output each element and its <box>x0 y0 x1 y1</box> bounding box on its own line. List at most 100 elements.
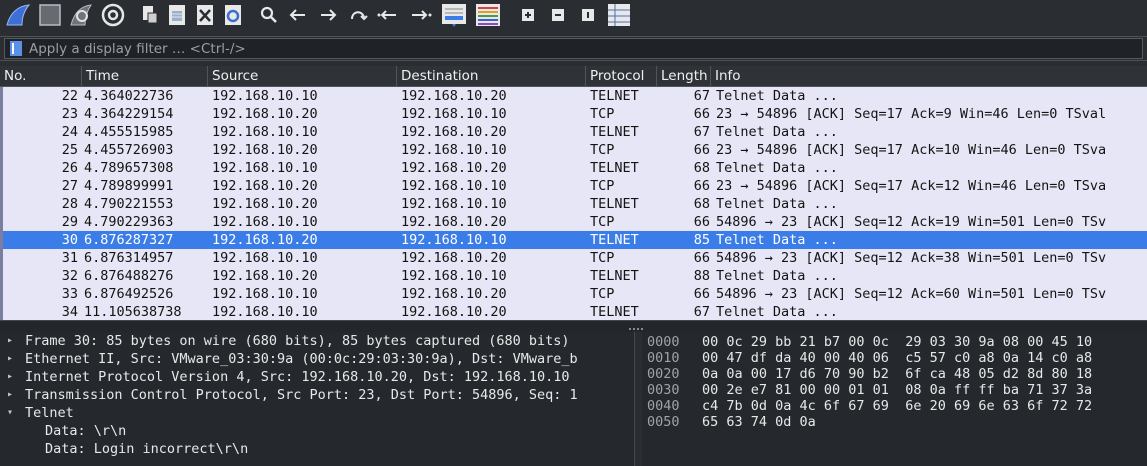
normal-size-icon[interactable] <box>576 2 600 28</box>
packet-row[interactable]: 28 4.790221553 192.168.10.20 192.168.10.10 T… <box>0 195 1147 213</box>
packet-time-cell: 6.876314957 <box>84 250 174 266</box>
detail-tree-item[interactable]: ▸ Ethernet II, Src: VMware_03:30:9a (00:0… <box>0 350 634 368</box>
search-icon[interactable] <box>258 2 280 28</box>
packet-row[interactable]: 23 4.364229154 192.168.10.20 192.168.10.10 T… <box>0 105 1147 123</box>
packet-no-cell: 31 <box>61 250 78 266</box>
collapsed-arrow-icon[interactable]: ▸ <box>7 386 13 404</box>
save-file-icon[interactable] <box>166 2 188 28</box>
colorize-icon[interactable] <box>474 2 502 28</box>
close-file-icon[interactable] <box>194 2 216 28</box>
packet-destination-cell: 192.168.10.20 <box>401 124 507 140</box>
detail-item-label: Frame 30: 85 bytes on wire (680 bits), 8… <box>25 333 570 349</box>
packet-row[interactable]: 29 4.790229363 192.168.10.10 192.168.10.20 T… <box>0 213 1147 231</box>
bytes-offset: 0040 <box>647 398 680 414</box>
packet-source-cell: 192.168.10.10 <box>212 304 318 320</box>
pane-splitter-horizontal[interactable] <box>0 320 1147 332</box>
packet-source-cell: 192.168.10.20 <box>212 232 318 248</box>
splitter-grip-icon[interactable] <box>628 327 646 331</box>
bytes-hex[interactable]: 00 47 df da 40 00 40 06 c5 57 c0 a8 0a 1… <box>702 350 1092 366</box>
packet-row[interactable]: 30 6.876287327 192.168.10.20 192.168.10.10 T… <box>0 231 1147 249</box>
go-to-packet-icon[interactable] <box>346 2 370 28</box>
auto-scroll-icon[interactable] <box>440 2 468 28</box>
bytes-row: 0030 00 2e e7 81 00 00 01 01 08 0a ff ff … <box>642 382 1147 398</box>
restart-icon[interactable] <box>68 2 94 28</box>
zoom-in-icon[interactable] <box>516 2 540 28</box>
packet-length-cell: 68 <box>693 196 710 212</box>
filter-placeholder: Apply a display filter … <Ctrl-/> <box>29 40 246 57</box>
packet-protocol-cell: TCP <box>590 250 615 266</box>
bytes-offset: 0000 <box>647 334 680 350</box>
packet-length-cell: 67 <box>693 88 710 104</box>
packet-info-cell: Telnet Data ... <box>716 232 838 248</box>
detail-tree-item[interactable]: ▸ Transmission Control Protocol, Src Port… <box>0 386 634 404</box>
packet-length-cell: 67 <box>693 304 710 320</box>
go-forward-icon[interactable] <box>316 2 340 28</box>
packet-time-cell: 4.455726903 <box>84 142 174 158</box>
packet-no-cell: 30 <box>61 232 78 248</box>
expanded-arrow-icon[interactable]: ▾ <box>7 404 13 422</box>
packet-row[interactable]: 31 6.876314957 192.168.10.10 192.168.10.20 T… <box>0 249 1147 267</box>
first-packet-icon[interactable] <box>376 2 402 28</box>
display-filter-input[interactable]: Apply a display filter … <Ctrl-/> <box>4 38 1143 59</box>
packet-row[interactable]: 25 4.455726903 192.168.10.20 192.168.10.10 T… <box>0 141 1147 159</box>
shark-fin-start-icon[interactable] <box>4 2 32 28</box>
packet-time-cell: 4.789899991 <box>84 178 174 194</box>
packet-row[interactable]: 22 4.364022736 192.168.10.10 192.168.10.20 T… <box>0 87 1147 105</box>
bytes-row: 0050 65 63 74 0d 0a <box>642 414 1147 430</box>
packet-protocol-cell: TELNET <box>590 304 639 320</box>
packet-row[interactable]: 27 4.789899991 192.168.10.20 192.168.10.10 T… <box>0 177 1147 195</box>
detail-tree-item[interactable]: ▸ Frame 30: 85 bytes on wire (680 bits), … <box>0 332 634 350</box>
detail-subitem-label: Data: Login incorrect\r\n <box>45 441 249 457</box>
column-header-length[interactable]: Length <box>657 66 711 87</box>
bytes-hex[interactable]: 0a 0a 00 17 d6 70 90 b2 6f ca 48 05 d2 8… <box>702 366 1092 382</box>
filter-bookmark-icon[interactable] <box>9 40 23 57</box>
column-header-source[interactable]: Source <box>208 66 397 87</box>
packet-row[interactable]: 33 6.876492526 192.168.10.10 192.168.10.20 T… <box>0 285 1147 303</box>
detail-subtree-item[interactable]: Data: Login incorrect\r\n <box>0 440 634 458</box>
packet-info-cell: Telnet Data ... <box>716 196 838 212</box>
packet-length-cell: 66 <box>693 178 710 194</box>
packet-source-cell: 192.168.10.20 <box>212 268 318 284</box>
packet-rows: 22 4.364022736 192.168.10.10 192.168.10.20 T… <box>0 87 1147 320</box>
packet-row[interactable]: 24 4.455515985 192.168.10.10 192.168.10.20 T… <box>0 123 1147 141</box>
packet-destination-cell: 192.168.10.20 <box>401 286 507 302</box>
bytes-hex[interactable]: 65 63 74 0d 0a <box>702 414 816 430</box>
detail-subtree-item[interactable]: Data: \r\n <box>0 422 634 440</box>
bytes-hex[interactable]: 00 2e e7 81 00 00 01 01 08 0a ff ff ba 7… <box>702 382 1092 398</box>
bytes-row: 0040 c4 7b 0d 0a 4c 6f 67 69 6e 20 69 6e … <box>642 398 1147 414</box>
packet-row[interactable]: 32 6.876488276 192.168.10.20 192.168.10.10 T… <box>0 267 1147 285</box>
packet-row[interactable]: 26 4.789657308 192.168.10.10 192.168.10.20 T… <box>0 159 1147 177</box>
last-packet-icon[interactable] <box>408 2 434 28</box>
reload-file-icon[interactable] <box>222 2 244 28</box>
bytes-hex[interactable]: c4 7b 0d 0a 4c 6f 67 69 6e 20 69 6e 63 6… <box>702 398 1092 414</box>
packet-destination-cell: 192.168.10.20 <box>401 160 507 176</box>
collapsed-arrow-icon[interactable]: ▸ <box>7 350 13 368</box>
collapsed-arrow-icon[interactable]: ▸ <box>7 368 13 386</box>
zoom-out-icon[interactable] <box>546 2 570 28</box>
bytes-hex[interactable]: 00 0c 29 bb 21 b7 00 0c 29 03 30 9a 08 0… <box>702 334 1092 350</box>
column-header-info[interactable]: Info <box>711 66 1147 87</box>
packet-no-cell: 24 <box>61 124 78 140</box>
open-file-icon[interactable] <box>140 2 160 28</box>
detail-tree-item[interactable]: ▸ Internet Protocol Version 4, Src: 192.1… <box>0 368 634 386</box>
packet-source-cell: 192.168.10.10 <box>212 88 318 104</box>
packet-protocol-cell: TCP <box>590 106 615 122</box>
go-back-icon[interactable] <box>286 2 310 28</box>
column-header-protocol[interactable]: Protocol <box>586 66 657 87</box>
stop-icon[interactable] <box>38 2 62 28</box>
packet-no-cell: 32 <box>61 268 78 284</box>
packet-list: No. Time Source Destination Protocol Len… <box>0 66 1147 320</box>
detail-tree-item[interactable]: ▾ Telnet <box>0 404 634 422</box>
column-header-no[interactable]: No. <box>0 66 82 87</box>
resize-columns-icon[interactable] <box>606 2 632 28</box>
pane-splitter-vertical[interactable] <box>634 332 642 466</box>
packet-source-cell: 192.168.10.10 <box>212 250 318 266</box>
capture-options-icon[interactable] <box>100 2 126 28</box>
packet-row[interactable]: 34 11.105638738 192.168.10.10 192.168.10.20… <box>0 303 1147 320</box>
collapsed-arrow-icon[interactable]: ▸ <box>7 332 13 350</box>
packet-protocol-cell: TCP <box>590 142 615 158</box>
column-header-destination[interactable]: Destination <box>397 66 586 87</box>
packet-source-cell: 192.168.10.10 <box>212 214 318 230</box>
column-header-time[interactable]: Time <box>82 66 208 87</box>
packet-info-cell: Telnet Data ... <box>716 268 838 284</box>
